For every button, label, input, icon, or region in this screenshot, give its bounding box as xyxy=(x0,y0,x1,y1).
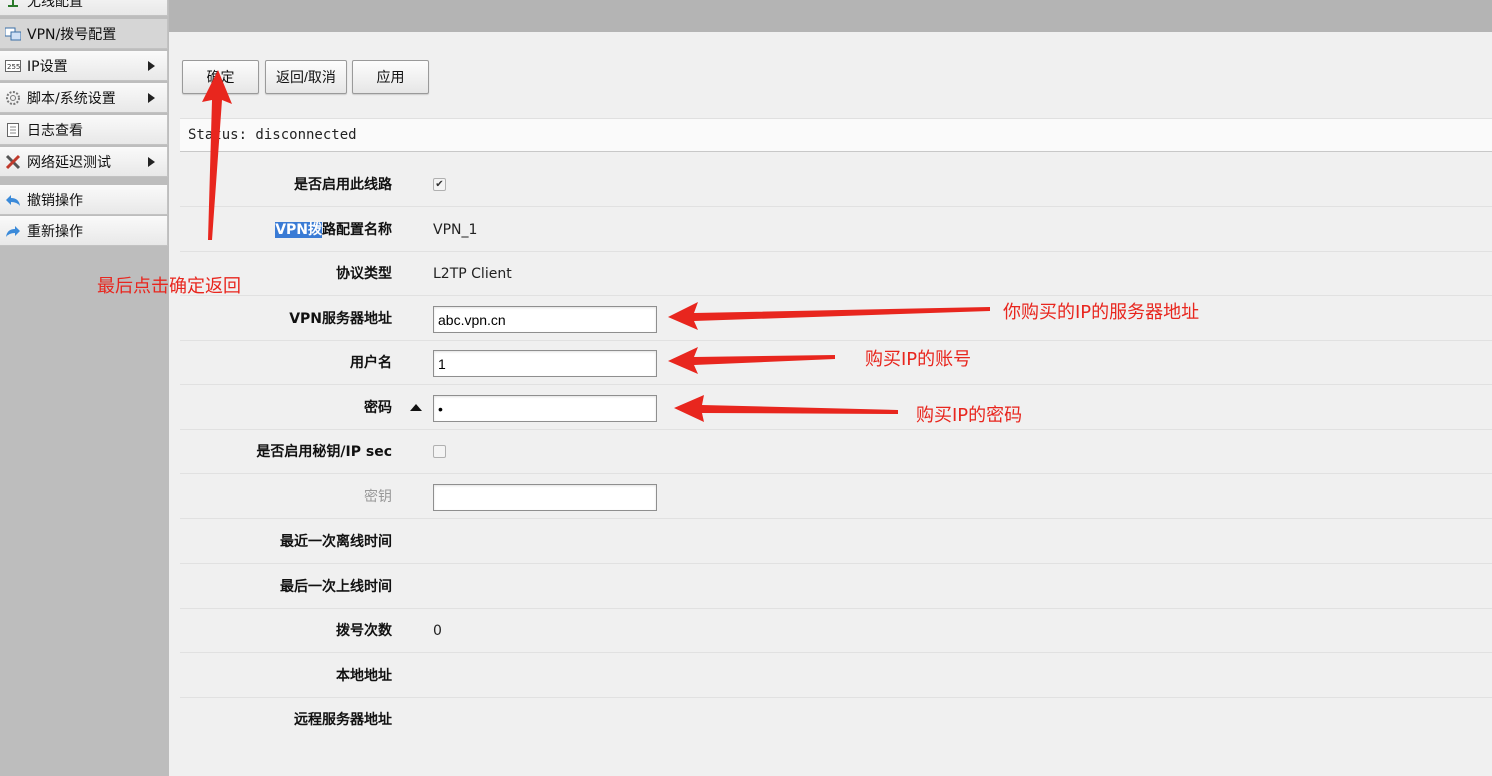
row-server: VPN服务器地址 xyxy=(180,297,1492,341)
row-remote-address: 远程服务器地址 xyxy=(180,698,1492,742)
sidebar-item-label: 脚本/系统设置 xyxy=(27,90,116,107)
cancel-button[interactable]: 返回/取消 xyxy=(265,60,347,94)
sidebar-item-latency-test[interactable]: 网络延迟测试 xyxy=(0,147,168,177)
protocol-value: L2TP Client xyxy=(433,266,512,282)
row-password: 密码 xyxy=(180,386,1492,430)
gear-icon xyxy=(5,90,21,106)
main-panel: 确定 返回/取消 应用 Status: disconnected 是否启用此线路… xyxy=(169,32,1492,776)
sidebar-item-label: 日志查看 xyxy=(27,122,83,139)
sidebar-item-label: VPN/拨号配置 xyxy=(27,26,117,43)
server-label: VPN服务器地址 xyxy=(289,311,392,327)
submenu-arrow-icon xyxy=(148,156,155,167)
undo-icon xyxy=(5,192,21,208)
ipsec-checkbox[interactable] xyxy=(433,445,446,458)
row-last-offline: 最近一次离线时间 xyxy=(180,520,1492,564)
password-label: 密码 xyxy=(364,400,392,416)
top-bar xyxy=(169,0,1492,32)
ipsec-label: 是否启用秘钥/IP sec xyxy=(256,444,392,460)
dial-count-label: 拨号次数 xyxy=(336,623,392,639)
row-username: 用户名 xyxy=(180,341,1492,385)
annotation-username-hint: 购买IP的账号 xyxy=(865,349,972,370)
name-value: VPN_1 xyxy=(433,222,478,238)
status-text: Status: disconnected xyxy=(180,118,1492,152)
submenu-arrow-icon xyxy=(148,60,155,71)
username-label: 用户名 xyxy=(350,355,392,371)
row-ipsec: 是否启用秘钥/IP sec xyxy=(180,430,1492,474)
redo-icon xyxy=(5,223,21,239)
row-enable: 是否启用此线路 ✔ xyxy=(180,163,1492,207)
ip-icon: 255 xyxy=(5,58,21,74)
sidebar-item-label: 重新操作 xyxy=(27,223,83,240)
row-secret: 密钥 xyxy=(180,475,1492,519)
vpn-icon xyxy=(4,26,22,42)
enable-checkbox[interactable]: ✔ xyxy=(433,178,446,191)
row-last-online: 最后一次上线时间 xyxy=(180,565,1492,609)
row-name: VPN拨路配置名称 VPN_1 xyxy=(180,208,1492,252)
sidebar-item-redo[interactable]: 重新操作 xyxy=(0,216,168,246)
last-offline-label: 最近一次离线时间 xyxy=(280,534,392,550)
wireless-icon xyxy=(5,0,21,9)
sidebar: 无线配置 VPN/拨号配置 255 IP设置 脚本/系统设置 日志查看 网络延迟… xyxy=(0,0,169,776)
dial-count-value: 0 xyxy=(433,623,442,639)
annotation-password-hint: 购买IP的密码 xyxy=(916,405,1023,426)
sidebar-item-label: 网络延迟测试 xyxy=(27,154,111,171)
password-input[interactable] xyxy=(433,395,657,422)
name-label-selected-text: VPN拨 xyxy=(275,222,322,238)
tools-icon xyxy=(5,154,21,170)
name-label-rest: 路配置名称 xyxy=(322,222,392,238)
protocol-label: 协议类型 xyxy=(336,266,392,282)
row-local-address: 本地地址 xyxy=(180,654,1492,698)
remote-address-label: 远程服务器地址 xyxy=(294,712,392,728)
last-online-label: 最后一次上线时间 xyxy=(280,579,392,595)
sidebar-item-label: IP设置 xyxy=(27,58,68,75)
apply-button[interactable]: 应用 xyxy=(352,60,429,94)
sidebar-item-label: 撤销操作 xyxy=(27,192,83,209)
secret-label: 密钥 xyxy=(364,489,392,505)
sidebar-item-ip[interactable]: 255 IP设置 xyxy=(0,51,168,81)
secret-input[interactable] xyxy=(433,484,657,511)
submenu-arrow-icon xyxy=(148,92,155,103)
name-label: VPN拨路配置名称 xyxy=(275,208,392,252)
annotation-server-hint: 你购买的IP的服务器地址 xyxy=(1003,302,1200,323)
row-dial-count: 拨号次数 0 xyxy=(180,609,1492,653)
local-address-label: 本地地址 xyxy=(336,668,392,684)
log-icon xyxy=(5,122,21,138)
sidebar-item-vpn[interactable]: VPN/拨号配置 xyxy=(0,19,168,49)
svg-text:255: 255 xyxy=(7,63,20,71)
sidebar-item-wireless[interactable]: 无线配置 xyxy=(0,0,168,16)
sidebar-item-log[interactable]: 日志查看 xyxy=(0,115,168,145)
username-input[interactable] xyxy=(433,350,657,377)
password-toggle-icon[interactable] xyxy=(410,404,422,411)
sidebar-item-undo[interactable]: 撤销操作 xyxy=(0,185,168,215)
row-protocol: 协议类型 L2TP Client xyxy=(180,252,1492,296)
server-address-input[interactable] xyxy=(433,306,657,333)
enable-label: 是否启用此线路 xyxy=(294,177,392,193)
sidebar-item-label: 无线配置 xyxy=(27,0,83,10)
ok-button[interactable]: 确定 xyxy=(182,60,259,94)
sidebar-item-system[interactable]: 脚本/系统设置 xyxy=(0,83,168,113)
annotation-ok-hint: 最后点击确定返回 xyxy=(97,276,241,297)
